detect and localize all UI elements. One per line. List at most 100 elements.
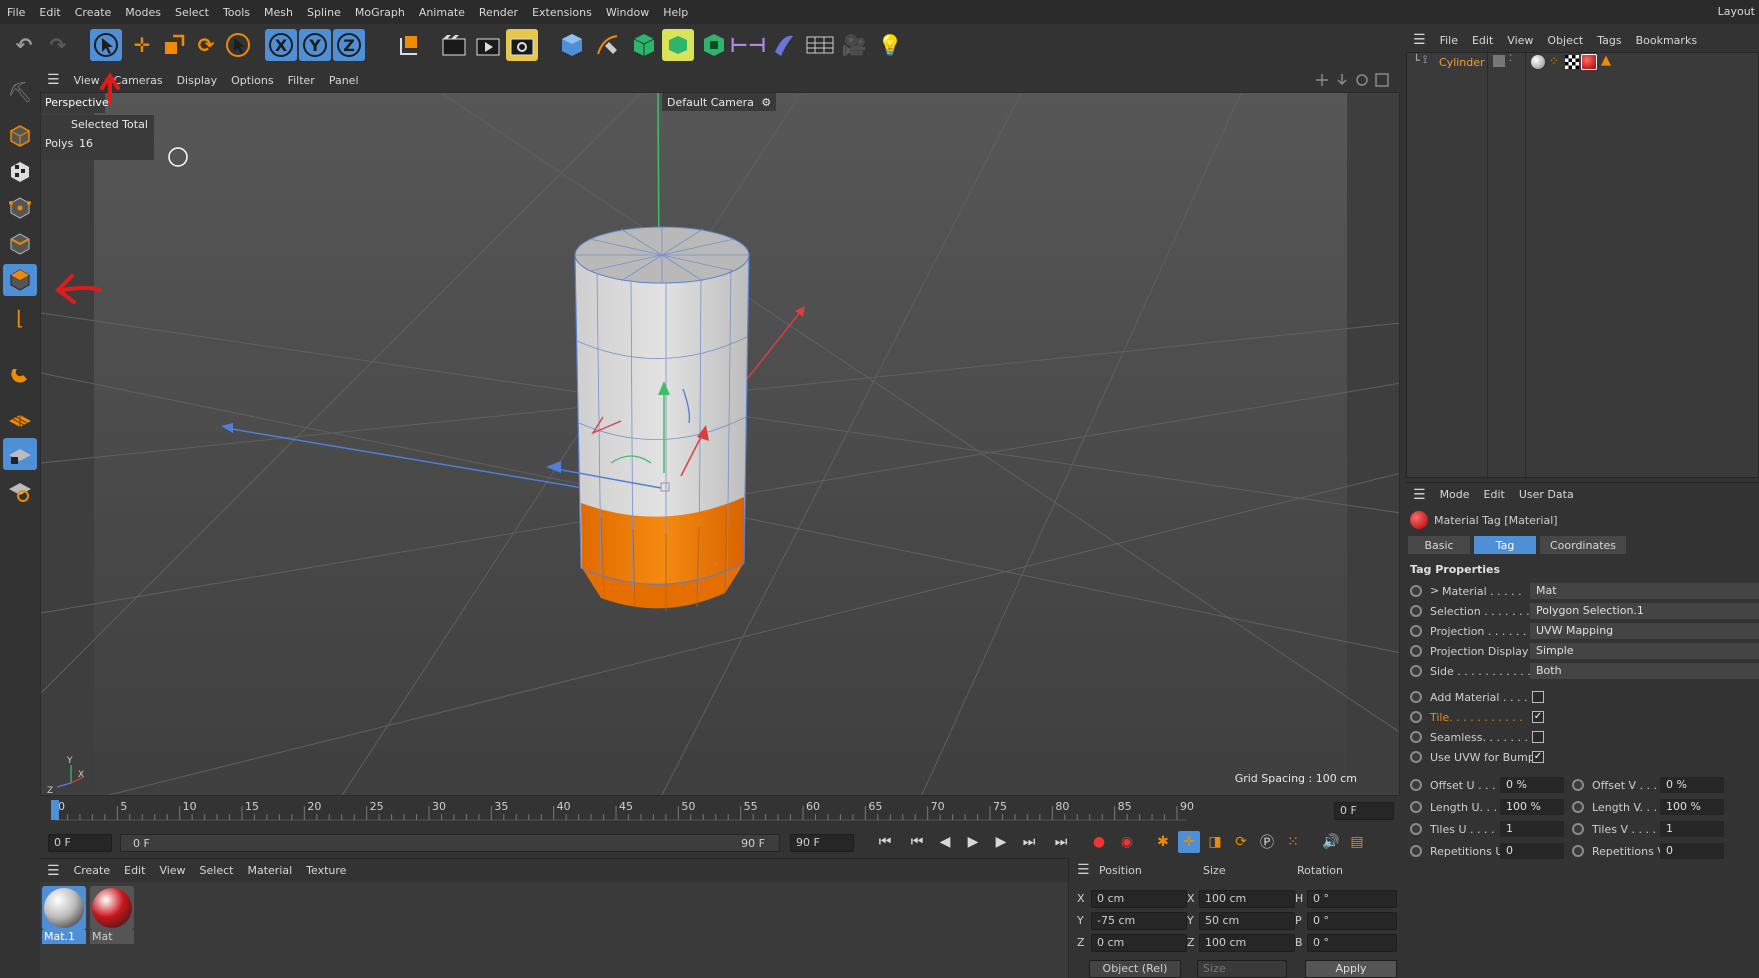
menu-render[interactable]: Render [472, 6, 525, 19]
menu-spline[interactable]: Spline [300, 6, 348, 19]
floor-icon[interactable] [768, 29, 800, 61]
viewport-menu-cameras[interactable]: Cameras [107, 74, 170, 87]
property-value[interactable]: UVW Mapping [1530, 623, 1759, 639]
uvw-tag-icon[interactable] [1565, 55, 1579, 69]
expand-arrow-icon[interactable]: > [1430, 584, 1439, 597]
start-frame-field[interactable]: 0 F [48, 834, 112, 852]
move-icon[interactable]: ✛ [126, 29, 158, 61]
sky-icon[interactable] [804, 29, 836, 61]
property-value[interactable]: Mat [1530, 583, 1759, 599]
menu-window[interactable]: Window [599, 6, 656, 19]
property-row[interactable]: Projection . . . . . . UVW Mapping [1406, 622, 1759, 642]
material-preview[interactable] [42, 886, 86, 930]
material-menu-create[interactable]: Create [67, 864, 118, 877]
axis-mode-icon[interactable]: ⌊ [3, 302, 37, 334]
attribute-menu-mode[interactable]: Mode [1433, 488, 1477, 501]
animate-radio-icon[interactable] [1410, 751, 1422, 763]
material-preview[interactable] [90, 886, 134, 930]
material-hamburger-icon[interactable]: ☰ [40, 863, 67, 879]
property-value[interactable]: Simple [1530, 643, 1759, 659]
checkbox-row[interactable]: Tile. . . . . . . . . . . ✓ [1406, 708, 1759, 728]
menu-help[interactable]: Help [656, 6, 695, 19]
snap-icon[interactable] [3, 358, 37, 390]
record-rotation-icon[interactable]: ⟳ [1230, 831, 1252, 853]
animate-radio-icon[interactable] [1572, 845, 1584, 857]
property-field[interactable]: 0 % [1660, 777, 1724, 793]
material-menu-view[interactable]: View [152, 864, 192, 877]
z-axis-lock-icon[interactable]: Z [333, 29, 365, 61]
camera-icon[interactable]: 🎥 [838, 29, 870, 61]
size-field[interactable]: 50 cm [1199, 912, 1295, 930]
position-field[interactable]: 0 cm [1091, 890, 1187, 908]
property-field[interactable]: 0 [1660, 843, 1724, 859]
viewport-menu-display[interactable]: Display [170, 74, 225, 87]
menu-extensions[interactable]: Extensions [525, 6, 599, 19]
object-menu-file[interactable]: File [1433, 34, 1465, 47]
record-scale-icon[interactable]: ◨ [1204, 831, 1226, 853]
viewport-menu-view[interactable]: View [67, 74, 107, 87]
pen-spline-icon[interactable] [592, 29, 624, 61]
record-icon[interactable]: ● [1088, 831, 1110, 853]
workplane-rotate-icon[interactable] [3, 474, 37, 506]
warning-tag-icon[interactable]: ▲ [1601, 53, 1611, 68]
redo-icon[interactable]: ↷ [42, 29, 74, 61]
coordinate-mode-select[interactable]: Object (Rel) [1089, 960, 1181, 978]
menu-animate[interactable]: Animate [412, 6, 472, 19]
frame-range-slider[interactable]: 0 F 90 F [120, 834, 780, 852]
extrude-icon[interactable] [662, 29, 694, 61]
play-icon[interactable]: ▶ [962, 831, 984, 853]
next-key-icon[interactable]: ⏭ [1018, 831, 1040, 853]
animate-radio-icon[interactable] [1410, 711, 1422, 723]
animate-radio-icon[interactable] [1410, 645, 1422, 657]
viewport-nav-icons[interactable] [1314, 72, 1400, 88]
animate-radio-icon[interactable] [1410, 779, 1422, 791]
record-pla-icon[interactable]: ⁙ [1282, 831, 1304, 853]
checkbox-row[interactable]: Use UVW for Bump ✓ [1406, 748, 1759, 768]
autokey-icon[interactable]: ◉ [1116, 831, 1138, 853]
record-parameter-icon[interactable]: Ⓟ [1256, 831, 1278, 853]
current-frame-field[interactable]: 0 F [1334, 802, 1394, 820]
property-pair-row[interactable]: Repetitions U 0 Repetitions V0 [1406, 842, 1759, 862]
size-field[interactable]: 100 cm [1199, 934, 1295, 952]
light-icon[interactable]: 💡 [874, 29, 906, 61]
animate-radio-icon[interactable] [1410, 691, 1422, 703]
tab-tag[interactable]: Tag [1474, 536, 1536, 554]
view-name-label[interactable]: Perspective [41, 93, 109, 113]
next-frame-icon[interactable]: ▶ [990, 831, 1012, 853]
animate-radio-icon[interactable] [1410, 605, 1422, 617]
property-pair-row[interactable]: Tiles U . . . . 1 Tiles V . . . . 1 [1406, 820, 1759, 840]
undo-icon[interactable]: ↶ [8, 29, 40, 61]
camera-settings-icon[interactable]: ⚙ [761, 96, 771, 109]
coords-hamburger-icon[interactable]: ☰ [1077, 862, 1090, 878]
previous-key-icon[interactable]: ⏮ [906, 831, 928, 853]
attribute-menu-edit[interactable]: Edit [1477, 488, 1512, 501]
material-menu-select[interactable]: Select [193, 864, 241, 877]
position-field[interactable]: 0 cm [1091, 934, 1187, 952]
animate-radio-icon[interactable] [1410, 845, 1422, 857]
workplane-icon[interactable] [3, 402, 37, 434]
texture-mode-icon[interactable] [3, 156, 37, 188]
subdivision-surface-icon[interactable] [628, 29, 660, 61]
edges-mode-icon[interactable] [3, 228, 37, 260]
animate-radio-icon[interactable] [1410, 823, 1422, 835]
x-axis-lock-icon[interactable]: X [265, 29, 297, 61]
animate-radio-icon[interactable] [1410, 665, 1422, 677]
property-field[interactable]: 1 [1500, 821, 1564, 837]
y-axis-lock-icon[interactable]: Y [299, 29, 331, 61]
object-row-cylinder[interactable]: └ ⟟ Cylinder ⁚ ⁘ ▲ [1407, 53, 1759, 71]
go-to-start-icon[interactable]: ⏮ [874, 831, 896, 853]
object-menu-tags[interactable]: Tags [1590, 34, 1628, 47]
animate-radio-icon[interactable] [1410, 731, 1422, 743]
3d-viewport[interactable]: Y X Z Perspective Selected Total Polys 1… [40, 92, 1400, 796]
viewport-menu-options[interactable]: Options [224, 74, 280, 87]
material-menu-edit[interactable]: Edit [117, 864, 152, 877]
viewport-hamburger-icon[interactable]: ☰ [40, 72, 67, 88]
position-field[interactable]: -75 cm [1091, 912, 1187, 930]
polygon-selection-tag-icon[interactable]: ⁘ [1549, 54, 1559, 68]
object-name[interactable]: Cylinder [1439, 56, 1485, 69]
array-icon[interactable] [698, 29, 730, 61]
property-row[interactable]: Projection Display Simple [1406, 642, 1759, 662]
checkbox-icon[interactable] [1532, 731, 1544, 743]
checkbox-checked-icon[interactable]: ✓ [1532, 751, 1544, 763]
make-editable-icon[interactable]: ⛏ [3, 76, 37, 108]
